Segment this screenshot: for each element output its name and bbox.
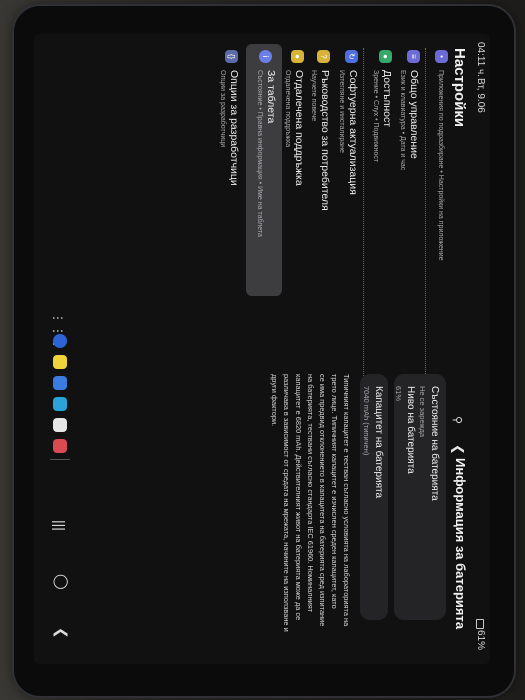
note-line: други фактори. — [270, 374, 279, 427]
battery-status-label: Състояние на батерията — [429, 386, 440, 501]
home-icon[interactable]: ◯ — [53, 574, 70, 590]
suggestion-text[interactable]: Приложения по подразбиране • Настройки н… — [437, 70, 444, 261]
menu-item-about-tablet[interactable]: За таблета Състояние • Правна информация… — [256, 70, 277, 237]
menu-item-subtitle: Език и клавиатура • Дата и час — [399, 70, 406, 171]
suggestion-icon: • — [435, 50, 448, 63]
note-line: различава в зависимост от средата на мре… — [282, 374, 291, 632]
capacity-note: Типичният капацитет е тестван съгласно у… — [268, 374, 352, 634]
search-icon[interactable]: ⚲ — [451, 416, 464, 424]
battery-level-value: 61% — [394, 386, 403, 402]
recent-apps-icon[interactable]: ||| — [52, 520, 68, 531]
note-line: се има предвид отклонението в капацитета… — [318, 374, 327, 627]
book-icon: ? — [317, 50, 330, 63]
menu-item-subtitle: Отдалечена поддръжка — [284, 70, 291, 148]
battery-info-title: Информация за батерията — [453, 458, 468, 630]
update-icon: ↻ — [345, 50, 358, 63]
menu-item-title: Достъпност — [381, 70, 393, 128]
camera-icon[interactable] — [53, 439, 67, 453]
menu-item-subtitle: Научете повече — [310, 70, 317, 122]
menu-item-accessibility[interactable]: Достъпност Зрение • Слух • Подвижност — [372, 70, 393, 162]
tablet-screen: 04:11 ч. Вт, 9.06 61% Настройки ⚲ • Прил… — [34, 34, 490, 664]
note-line: на батерията, тествани съгласно стандарт… — [306, 374, 315, 613]
menu-item-title: Софтуерна актуализация — [347, 70, 359, 195]
menu-item-subtitle: Изтегляне и инсталиране — [338, 70, 345, 153]
notes-icon[interactable] — [53, 355, 67, 369]
menu-item-user-manual[interactable]: Ръководство за потребителя Научете повеч… — [310, 70, 331, 211]
divider — [425, 48, 426, 408]
note-line: трето лице. Типичният капацитет е изчисл… — [330, 374, 339, 609]
divider — [363, 48, 364, 408]
battery-capacity-value: 7040 mAh (типичен) — [362, 386, 371, 456]
battery-capacity-label: Капацитет на батерията — [373, 386, 384, 499]
menu-item-software-update[interactable]: Софтуерна актуализация Изтегляне и инста… — [338, 70, 359, 195]
menu-item-subtitle: Зрение • Слух • Подвижност — [372, 70, 379, 163]
battery-capacity-row: Капацитет на батерията 7040 mAh (типичен… — [362, 386, 384, 498]
sliders-icon: ≡ — [407, 50, 420, 63]
gallery-icon[interactable] — [53, 418, 67, 432]
status-battery: 61% — [475, 630, 486, 651]
battery-status-value: Не се зарежда — [418, 386, 427, 438]
settings-title: Настройки — [451, 48, 468, 128]
accessibility-icon: ● — [379, 50, 392, 63]
menu-item-developer-options[interactable]: Опции за разработчици Опции за разработч… — [219, 70, 240, 186]
messages-icon[interactable] — [53, 397, 67, 411]
menu-item-remote-support[interactable]: Отдалечена поддръжка Отдалечена поддръжк… — [284, 70, 305, 186]
files-icon[interactable] — [53, 376, 67, 390]
back-nav-icon[interactable]: ❮ — [53, 627, 70, 639]
menu-item-title: Общо управление — [408, 70, 420, 159]
menu-item-title: За таблета — [265, 70, 277, 124]
battery-level-label: Ниво на батерията — [405, 386, 416, 474]
menu-item-general[interactable]: Общо управление Език и клавиатура • Дата… — [399, 70, 420, 170]
menu-item-title: Отдалечена поддръжка — [293, 70, 305, 186]
taskbar-divider — [50, 459, 70, 460]
battery-level-row: Ниво на батерията 61% — [394, 386, 416, 474]
status-date: Вт, 9.06 — [475, 78, 486, 113]
support-icon: ● — [291, 50, 304, 63]
back-icon[interactable]: ❮ — [450, 444, 466, 455]
note-line: капацитет е 6820 mAh. Действителният жив… — [294, 374, 303, 621]
settings-landscape-view: 04:11 ч. Вт, 9.06 61% Настройки ⚲ • Прил… — [34, 34, 490, 664]
battery-status-row: Състояние на батерията Не се зарежда — [418, 386, 440, 501]
menu-item-title: Опции за разработчици — [228, 70, 240, 186]
info-icon: i — [259, 50, 272, 63]
status-time: 04:11 ч. — [475, 42, 486, 78]
menu-item-subtitle: Състояние • Правна информация • Име на т… — [256, 70, 263, 237]
browser-icon[interactable] — [53, 334, 67, 348]
braces-icon: {} — [225, 50, 238, 63]
menu-item-subtitle: Опции за разработчици — [219, 70, 226, 148]
note-line: Типичният капацитет е тестван съгласно у… — [342, 374, 351, 627]
menu-item-title: Ръководство за потребителя — [319, 70, 331, 211]
wifi-icon — [476, 619, 484, 629]
